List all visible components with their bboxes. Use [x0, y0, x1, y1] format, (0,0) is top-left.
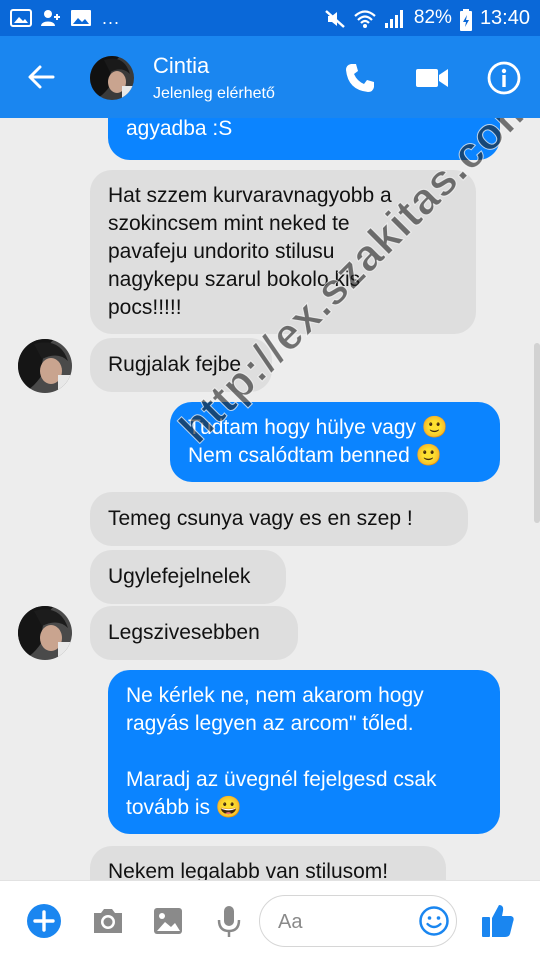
- plus-icon[interactable]: [26, 903, 62, 939]
- image-icon: [70, 9, 92, 27]
- message-incoming[interactable]: Legszivesebben: [90, 606, 298, 660]
- status-bar: ... 82% 13:40: [0, 0, 540, 36]
- message-text: Nekem legalabb van stilusom!: [108, 860, 389, 880]
- thumbs-up-icon[interactable]: [480, 901, 516, 937]
- contact-name[interactable]: Cintia: [153, 53, 209, 79]
- message-text: Tudtam hogy hülye vagy 🙂 Nem csalódtam b…: [188, 416, 448, 467]
- gallery-icon: [10, 9, 32, 27]
- clock: 13:40: [479, 6, 530, 29]
- contact-status: Jelenleg elérhető: [153, 85, 275, 102]
- signal-icon: [384, 9, 406, 28]
- mute-icon: [324, 9, 346, 28]
- back-arrow-icon[interactable]: [24, 60, 58, 94]
- message-incoming[interactable]: Nekem legalabb van stilusom!: [90, 846, 446, 880]
- status-right: 82% 13:40: [324, 6, 530, 31]
- image-icon[interactable]: [150, 903, 186, 939]
- status-left-icons: ...: [10, 8, 120, 29]
- battery-percent: 82%: [413, 7, 452, 28]
- avatar[interactable]: [90, 56, 134, 100]
- message-incoming[interactable]: Ugylefejelnelek: [90, 550, 286, 604]
- message-text: agyadba :S: [126, 118, 233, 140]
- battery-icon: [459, 9, 472, 31]
- message-incoming[interactable]: Hat szzem kurvaravnagyobb a szokincsem m…: [90, 170, 476, 334]
- avatar[interactable]: [18, 606, 72, 660]
- message-text: Temeg csunya vagy es en szep !: [108, 507, 413, 530]
- message-outgoing[interactable]: agyadba :S: [108, 118, 500, 160]
- add-contact-icon: [40, 9, 62, 27]
- message-text: Rugjalak fejbe: [108, 353, 242, 376]
- microphone-icon[interactable]: [211, 903, 247, 939]
- composer: [0, 880, 540, 960]
- message-text: Ugylefejelnelek: [108, 565, 251, 588]
- avatar[interactable]: [18, 339, 72, 393]
- message-incoming[interactable]: Rugjalak fejbe: [90, 338, 272, 392]
- message-list[interactable]: agyadba :S Hat szzem kurvaravnagyobb a s…: [0, 118, 540, 880]
- camera-icon[interactable]: [90, 903, 126, 939]
- message-text: Ne kérlek ne, nem akarom hogy ragyás leg…: [126, 684, 437, 819]
- video-camera-icon[interactable]: [414, 60, 450, 96]
- message-outgoing[interactable]: Tudtam hogy hülye vagy 🙂 Nem csalódtam b…: [170, 402, 500, 482]
- message-input-wrapper: [259, 895, 457, 947]
- scrollbar[interactable]: [534, 343, 540, 523]
- message-outgoing[interactable]: Ne kérlek ne, nem akarom hogy ragyás leg…: [108, 670, 500, 834]
- info-icon[interactable]: [486, 60, 522, 96]
- conversation-header: Cintia Jelenleg elérhető: [0, 36, 540, 118]
- phone-icon[interactable]: [342, 60, 378, 96]
- message-incoming[interactable]: Temeg csunya vagy es en szep !: [90, 492, 468, 546]
- message-text: Hat szzem kurvaravnagyobb a szokincsem m…: [108, 184, 392, 319]
- more-notifications: ...: [102, 7, 121, 28]
- message-text: Legszivesebben: [108, 621, 260, 644]
- emoji-icon[interactable]: [418, 905, 450, 937]
- wifi-icon: [354, 9, 376, 28]
- message-input[interactable]: [278, 908, 418, 936]
